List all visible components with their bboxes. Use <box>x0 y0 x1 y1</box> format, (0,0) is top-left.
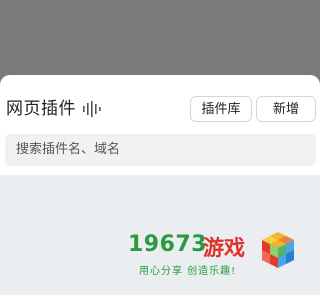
panel-title: 网页插件 <box>6 99 76 119</box>
watermark-brand: 游戏 <box>203 236 245 260</box>
add-plugin-button[interactable]: 新增 <box>256 96 316 122</box>
watermark-slogan: 用心分享 创造乐趣! <box>139 266 237 277</box>
panel-header: 网页插件 插件库 新增 <box>0 75 320 133</box>
watermark-number: 19673 <box>128 232 208 257</box>
plugin-list-area: 19673 游戏 用心分享 创造乐趣! <box>0 175 320 295</box>
dimmed-backdrop[interactable] <box>0 0 320 75</box>
cube-icon <box>262 232 294 268</box>
sound-wave-icon[interactable] <box>82 101 102 117</box>
search-placeholder: 搜索插件名、域名 <box>16 142 121 157</box>
site-watermark-logo: 19673 游戏 用心分享 创造乐趣! <box>126 230 304 290</box>
search-input[interactable]: 搜索插件名、域名 <box>5 134 316 166</box>
plugin-panel: 网页插件 插件库 新增 搜索插件名、域名 19673 游戏 用心分享 创造乐趣! <box>0 75 320 295</box>
plugin-library-button[interactable]: 插件库 <box>190 96 252 122</box>
